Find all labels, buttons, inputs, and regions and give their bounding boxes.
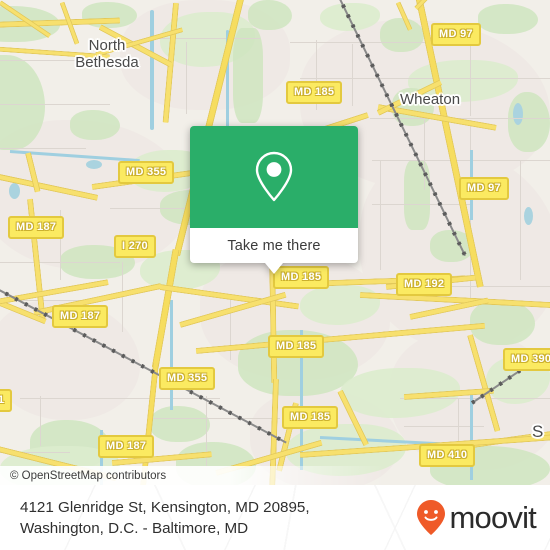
place-label-wheaton: Wheaton xyxy=(400,91,510,108)
shield-md-97-east[interactable]: MD 97 xyxy=(459,177,509,200)
shield-md-97-north[interactable]: MD 97 xyxy=(431,23,481,46)
park-area xyxy=(70,110,120,140)
label-edge-right: S xyxy=(532,422,544,441)
attribution-text[interactable]: © OpenStreetMap contributors xyxy=(0,470,166,482)
water-body xyxy=(513,103,523,125)
minor-street xyxy=(150,38,260,39)
shield-md-390[interactable]: MD 390 xyxy=(503,348,550,371)
park-area xyxy=(478,4,538,34)
shield-md-192[interactable]: MD 192 xyxy=(396,273,453,296)
place-name: North Bethesda xyxy=(75,37,139,71)
park-area xyxy=(150,406,210,442)
shield-md-185-lower[interactable]: MD 185 xyxy=(268,335,325,358)
shield-md-187-bottom[interactable]: MD 187 xyxy=(98,435,155,458)
minor-street xyxy=(372,160,550,161)
place-name: Wheaton xyxy=(400,91,461,108)
minor-street xyxy=(0,148,86,149)
popup-action-area[interactable]: Take me there xyxy=(190,228,358,274)
shield-edge-left[interactable]: 1 xyxy=(0,389,13,412)
moovit-pin-icon xyxy=(417,499,446,535)
minor-street xyxy=(150,418,280,419)
water-body xyxy=(86,160,102,169)
shield-md-187-left[interactable]: MD 187 xyxy=(8,216,65,239)
popup-pointer xyxy=(265,263,283,274)
map-screenshot: North Bethesda Wheaton MD 97 MD 185 MD 3… xyxy=(0,0,550,550)
minor-street xyxy=(186,42,187,114)
shield-md-187-mid[interactable]: MD 187 xyxy=(52,305,109,328)
shield-md-355-upper[interactable]: MD 355 xyxy=(118,161,175,184)
location-popup-card[interactable]: Take me there xyxy=(190,126,358,274)
moovit-logo[interactable]: moovit xyxy=(416,499,537,537)
address-block: 4121 Glenridge St, Kensington, MD 20895,… xyxy=(20,485,310,550)
shield-i-270[interactable]: I 270 xyxy=(114,235,156,258)
address-line-1: 4121 Glenridge St, Kensington, MD 20895, xyxy=(20,498,310,516)
place-label-north-bethesda: North Bethesda xyxy=(52,37,162,71)
popup-icon-area xyxy=(190,126,358,228)
map-pin-icon xyxy=(255,151,293,202)
moovit-wordmark: moovit xyxy=(449,500,536,535)
minor-street xyxy=(380,160,381,270)
minor-street xyxy=(300,78,550,79)
footer-bar: 4121 Glenridge St, Kensington, MD 20895,… xyxy=(0,485,550,550)
park-area xyxy=(233,28,263,123)
shield-md-410[interactable]: MD 410 xyxy=(419,444,476,467)
map-attribution-bar: © OpenStreetMap contributors xyxy=(0,466,550,485)
minor-street xyxy=(20,398,220,399)
park-area xyxy=(380,18,424,52)
minor-street xyxy=(520,160,521,280)
water-body xyxy=(524,207,533,225)
shield-md-355-lower[interactable]: MD 355 xyxy=(159,367,216,390)
shield-md-185-north[interactable]: MD 185 xyxy=(286,81,343,104)
park-area xyxy=(248,0,292,30)
minor-street xyxy=(372,204,472,205)
take-me-there-label: Take me there xyxy=(227,237,321,254)
minor-street xyxy=(40,396,41,446)
shield-md-185-bottom[interactable]: MD 185 xyxy=(282,406,339,429)
water-body xyxy=(9,183,20,199)
minor-street xyxy=(352,44,353,106)
stream xyxy=(170,300,173,410)
minor-street xyxy=(0,104,110,105)
address-line-2: Washington, D.C. - Baltimore, MD xyxy=(20,519,249,537)
map-canvas[interactable]: North Bethesda Wheaton MD 97 MD 185 MD 3… xyxy=(0,0,550,485)
